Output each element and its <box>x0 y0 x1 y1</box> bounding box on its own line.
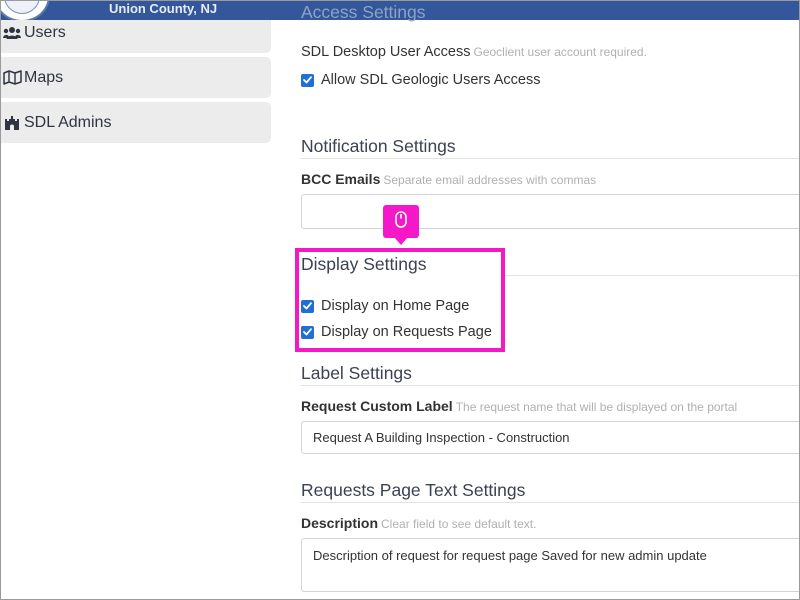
allow-geologic-access-label: Allow SDL Geologic Users Access <box>321 72 541 88</box>
map-icon <box>2 70 22 86</box>
bcc-emails-input[interactable] <box>301 194 800 229</box>
sidebar-item-sdl-admins[interactable]: SDL Admins <box>0 102 271 143</box>
notification-settings-title: Notification Settings <box>301 136 456 156</box>
highlight-tag <box>383 205 419 245</box>
county-name: Union County, NJ <box>109 1 218 16</box>
allow-geologic-access-row[interactable]: Allow SDL Geologic Users Access <box>301 72 540 88</box>
custom-label-row: Request Custom Label The request name tha… <box>301 398 737 414</box>
sidebar-item-label: SDL Admins <box>24 113 112 131</box>
custom-label-label: Request Custom Label <box>301 398 453 414</box>
sidebar-item-label: Users <box>24 23 66 41</box>
description-label: Description <box>301 515 379 531</box>
bcc-emails-row: BCC Emails Separate email addresses with … <box>301 171 596 187</box>
bcc-emails-label: BCC Emails <box>301 171 381 187</box>
display-divider <box>501 275 800 276</box>
custom-label-input[interactable]: Request A Building Inspection - Construc… <box>301 421 800 454</box>
label-settings-title: Label Settings <box>301 363 412 383</box>
desktop-access-hint: Geoclient user account required. <box>473 45 647 59</box>
requests-text-divider <box>301 502 800 503</box>
mouse-icon <box>395 210 407 233</box>
sidebar-item-maps[interactable]: Maps <box>0 57 271 98</box>
requests-text-settings-title: Requests Page Text Settings <box>301 480 526 500</box>
county-seal-logo <box>0 0 50 20</box>
description-textarea[interactable]: Description of request for request page … <box>301 538 800 592</box>
highlight-box <box>295 248 505 352</box>
desktop-access-label: SDL Desktop User Access <box>301 44 471 60</box>
description-row: Description Clear field to see default te… <box>301 515 536 531</box>
users-icon <box>2 25 22 41</box>
label-divider <box>301 385 800 386</box>
bcc-emails-hint: Separate email addresses with commas <box>383 173 597 187</box>
sidebar-item-label: Maps <box>24 68 64 86</box>
allow-geologic-access-checkbox[interactable] <box>301 73 314 87</box>
access-settings-title: Access Settings <box>301 2 426 22</box>
sidebar: Users Maps SDL Admins <box>0 0 272 600</box>
desktop-access-row: SDL Desktop User Access Geoclient user ac… <box>301 44 647 60</box>
notification-divider <box>301 158 800 159</box>
custom-label-hint: The request name that will be displayed … <box>455 400 738 414</box>
description-hint: Clear field to see default text. <box>381 517 537 531</box>
castle-icon <box>2 115 22 131</box>
